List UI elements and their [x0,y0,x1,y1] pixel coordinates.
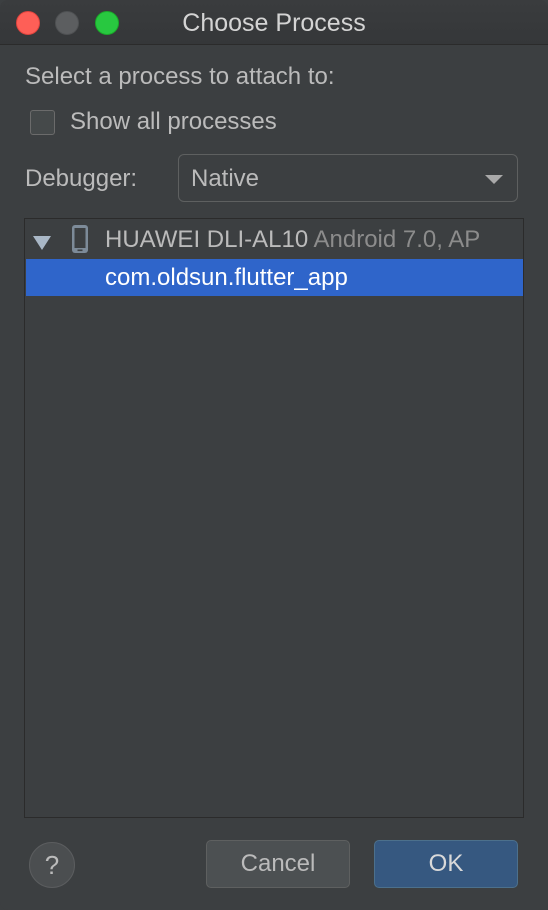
cancel-button[interactable]: Cancel [206,840,350,888]
phone-icon [72,225,88,253]
title-bar: Choose Process [0,0,548,45]
show-all-processes-option[interactable]: Show all processes [30,106,277,138]
chevron-down-icon [485,175,503,184]
expand-triangle-icon[interactable] [33,236,51,250]
process-row[interactable]: com.oldsun.flutter_app [26,259,523,296]
device-label: HUAWEI DLI-AL10 Android 7.0, AP [105,225,480,255]
debugger-select[interactable]: Native [178,154,518,202]
help-button[interactable]: ? [29,842,75,888]
process-tree[interactable]: HUAWEI DLI-AL10 Android 7.0, AP com.olds… [24,218,524,818]
debugger-select-value: Native [191,165,260,192]
device-name: HUAWEI DLI-AL10 [105,226,309,253]
show-all-processes-label[interactable]: Show all processes [70,108,277,136]
choose-process-dialog: Choose Process Select a process to attac… [0,0,548,910]
prompt-text: Select a process to attach to: [25,63,335,90]
device-node[interactable]: HUAWEI DLI-AL10 Android 7.0, AP [25,221,523,259]
ok-button[interactable]: OK [374,840,518,888]
process-name: com.oldsun.flutter_app [105,264,348,291]
debugger-label: Debugger: [25,165,138,192]
show-all-processes-checkbox[interactable] [30,109,55,135]
window-title: Choose Process [182,9,366,37]
device-info: Android 7.0, AP [313,226,481,253]
